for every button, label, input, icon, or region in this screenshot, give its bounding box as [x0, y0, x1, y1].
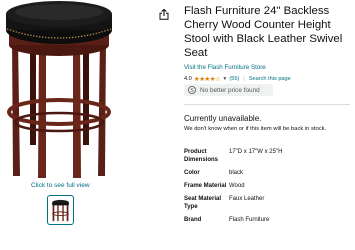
spec-row: Frame Material Wood — [184, 182, 350, 195]
chevron-down-icon[interactable]: ▼ — [222, 76, 227, 82]
spec-key: Product Dimensions — [184, 149, 219, 163]
star-rating[interactable]: ★★★★☆ — [194, 75, 221, 83]
share-icon[interactable] — [159, 9, 169, 20]
rating-row: 4.0 ★★★★☆ ▼ (55) | Search this page — [184, 75, 291, 83]
separator: | — [243, 76, 245, 82]
rating-count[interactable]: (55) — [229, 76, 239, 82]
spec-row: Color black — [184, 169, 350, 182]
product-thumbnail[interactable] — [47, 195, 74, 225]
spec-value: Flash Furniture — [229, 217, 270, 223]
spec-key: Color — [184, 170, 200, 176]
spec-row: Brand Flash Furniture — [184, 216, 350, 224]
product-title: Flash Furniture 24" Backless Cherry Wood… — [184, 5, 343, 59]
availability-status: Currently unavailable. — [184, 114, 262, 123]
spec-key: Frame Material — [184, 183, 227, 189]
spec-value: Wood — [229, 183, 245, 189]
price-tag-icon: S — [188, 86, 196, 94]
price-badge: S No better price found — [184, 84, 273, 96]
svg-text:S: S — [190, 88, 194, 94]
spec-value: Faux Leather — [229, 196, 265, 202]
product-main-image[interactable] — [0, 0, 118, 180]
spec-row: Product Dimensions 17"D x 17"W x 25"H — [184, 148, 350, 169]
spec-key: Seat Material Type — [184, 196, 222, 210]
spec-row: Seat Material Type Faux Leather — [184, 195, 350, 216]
availability-note: We don't know when or if this item will … — [184, 126, 327, 132]
product-specs-table: Product Dimensions 17"D x 17"W x 25"H Co… — [184, 148, 350, 224]
full-view-link[interactable]: Click to see full view — [31, 182, 90, 189]
rating-value: 4.0 — [184, 76, 192, 82]
divider — [184, 104, 350, 105]
store-link[interactable]: Visit the Flash Furniture Store — [184, 64, 266, 71]
spec-value: black — [229, 170, 244, 176]
spec-value: 17"D x 17"W x 25"H — [229, 149, 283, 155]
spec-key: Brand — [184, 217, 202, 223]
search-page-link[interactable]: Search this page — [249, 76, 291, 82]
price-badge-label: No better price found — [200, 86, 260, 94]
